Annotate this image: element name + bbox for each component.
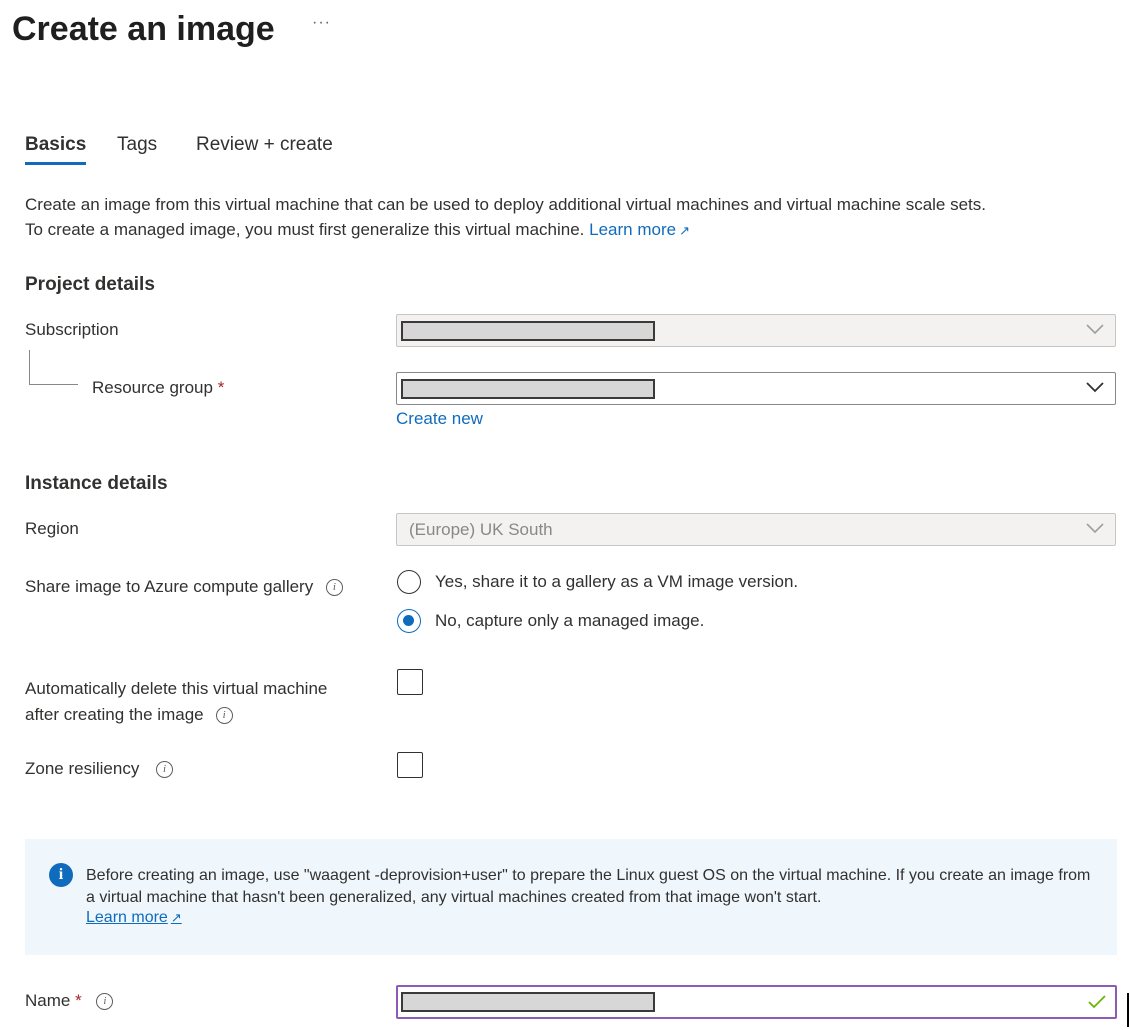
zone-resiliency-label: Zone resiliency i (25, 759, 174, 779)
learn-more-link[interactable]: Learn more ↗ (589, 220, 690, 239)
info-banner: i Before creating an image, use "waagent… (25, 839, 1117, 955)
chevron-down-icon (1086, 324, 1104, 335)
radio-label: Yes, share it to a gallery as a VM image… (435, 572, 799, 591)
required-marker: * (217, 378, 225, 397)
name-label: Name * i (25, 991, 114, 1011)
tab-tags[interactable]: Tags (117, 134, 157, 162)
tab-basics[interactable]: Basics (25, 134, 87, 165)
description: Create an image from this virtual machin… (25, 192, 1120, 243)
region-value: (Europe) UK South (409, 520, 553, 539)
redacted-value (401, 379, 655, 399)
auto-delete-label: Automatically delete this virtual machin… (25, 676, 327, 728)
required-marker: * (75, 991, 82, 1010)
auto-delete-checkbox[interactable] (397, 669, 423, 695)
page-title: Create an image (12, 10, 275, 48)
zone-resiliency-checkbox[interactable] (397, 752, 423, 778)
name-input[interactable] (396, 985, 1117, 1019)
resource-group-label: Resource group * (92, 378, 224, 398)
external-link-icon: ↗ (170, 910, 182, 925)
region-label: Region (25, 519, 79, 538)
radio-button-selected[interactable] (397, 609, 421, 633)
radio-label: No, capture only a managed image. (435, 611, 705, 630)
info-icon[interactable]: i (215, 707, 233, 725)
auto-delete-label-line-1: Automatically delete this virtual machin… (25, 679, 328, 698)
info-icon[interactable]: i (96, 993, 114, 1011)
checkmark-icon (1088, 995, 1106, 1009)
radio-share-yes[interactable]: Yes, share it to a gallery as a VM image… (397, 570, 798, 594)
info-icon[interactable]: i (156, 761, 174, 779)
tree-connector-horizontal (29, 384, 78, 385)
banner-learn-more-link[interactable]: Learn more ↗ (86, 909, 182, 927)
resource-group-dropdown[interactable] (396, 372, 1116, 405)
banner-text: Before creating an image, use "waagent -… (86, 867, 1091, 906)
external-link-icon: ↗ (679, 223, 690, 238)
instance-details-heading: Instance details (25, 473, 168, 494)
text-cursor (1127, 993, 1129, 1027)
description-line-2-text: To create a managed image, you must firs… (25, 220, 585, 239)
share-gallery-label-text: Share image to Azure compute gallery (25, 577, 314, 596)
tree-connector-vertical (29, 350, 30, 384)
learn-more-label: Learn more (589, 220, 677, 239)
more-options-icon[interactable]: ··· (312, 14, 331, 32)
tab-review-create[interactable]: Review + create (196, 134, 333, 162)
radio-share-no[interactable]: No, capture only a managed image. (397, 609, 704, 633)
auto-delete-label-line-2: after creating the image (25, 705, 204, 724)
description-line-2: To create a managed image, you must firs… (25, 217, 1120, 243)
info-icon[interactable]: i (325, 579, 343, 597)
redacted-value (401, 992, 655, 1012)
zone-resiliency-label-text: Zone resiliency (25, 759, 140, 778)
chevron-down-icon (1086, 382, 1104, 393)
subscription-dropdown[interactable] (396, 314, 1116, 347)
redacted-value (401, 321, 655, 341)
description-line-1: Create an image from this virtual machin… (25, 195, 987, 214)
name-label-text: Name (25, 991, 71, 1010)
chevron-down-icon (1086, 523, 1104, 534)
resource-group-label-text: Resource group (92, 378, 213, 397)
radio-button[interactable] (397, 570, 421, 594)
subscription-label: Subscription (25, 320, 119, 339)
info-icon: i (49, 863, 73, 887)
share-gallery-label: Share image to Azure compute gallery i (25, 577, 343, 597)
region-dropdown[interactable]: (Europe) UK South (396, 513, 1116, 546)
banner-learn-more-label: Learn more (86, 909, 168, 926)
create-new-link[interactable]: Create new (396, 409, 483, 429)
project-details-heading: Project details (25, 274, 155, 295)
auto-delete-label-line-2-row: after creating the image i (25, 702, 327, 728)
